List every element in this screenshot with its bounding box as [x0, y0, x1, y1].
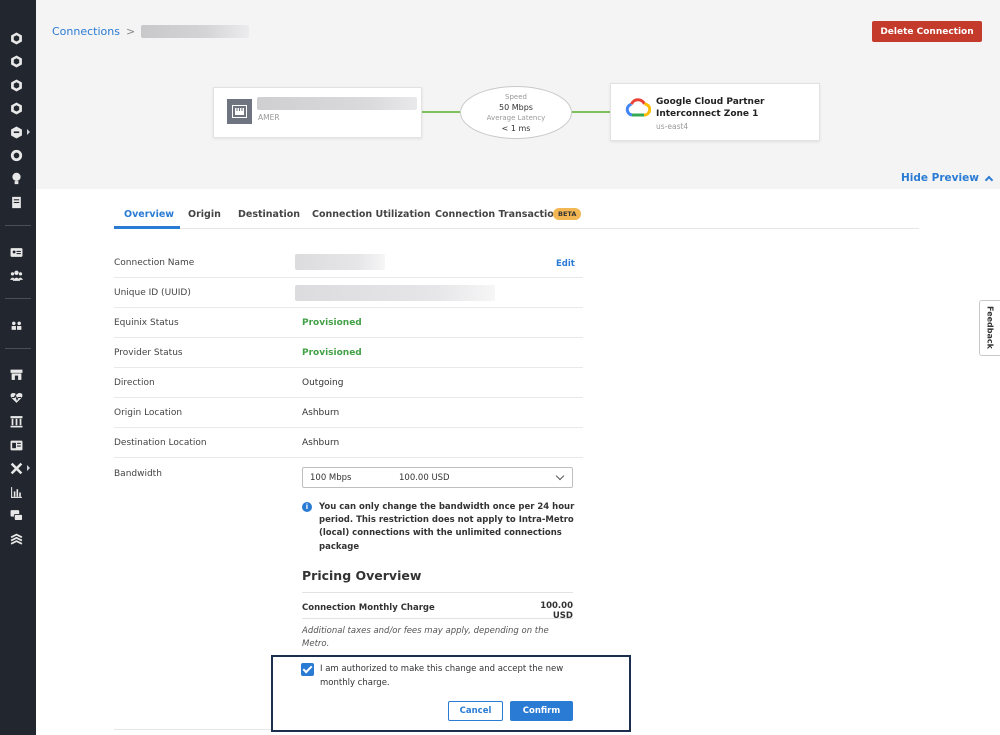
detail-row-provider-status: Provider Status Provisioned: [114, 338, 583, 368]
document-icon[interactable]: [9, 195, 24, 210]
detail-row-equinix-status: Equinix Status Provisioned: [114, 308, 583, 338]
provider-status-label: Provider Status: [114, 348, 183, 358]
provider-status-value: Provisioned: [302, 348, 362, 358]
detail-row-origin-location: Origin Location Ashburn: [114, 398, 583, 428]
id-card-icon[interactable]: [9, 245, 24, 260]
origin-location-label: Origin Location: [114, 408, 183, 418]
sidebar-divider: [5, 225, 31, 226]
speed-value: 50 Mbps: [499, 102, 533, 112]
beta-badge: BETA: [553, 208, 582, 220]
destination-location-label: Destination Location: [114, 438, 207, 448]
breadcrumb-connections-link[interactable]: Connections: [52, 25, 120, 38]
destination-name-line2: Interconnect Zone 1: [656, 109, 759, 119]
pricing-divider: [302, 592, 573, 593]
origin-card[interactable]: AMER: [213, 87, 422, 138]
cube-icon[interactable]: [9, 101, 24, 116]
chevron-up-icon: [984, 175, 994, 184]
delete-connection-button[interactable]: Delete Connection: [872, 21, 982, 42]
bandwidth-speed: 100 Mbps: [310, 473, 352, 483]
section-divider: [114, 729, 271, 730]
expand-caret-icon[interactable]: [27, 129, 30, 135]
sidebar: [0, 0, 36, 735]
cube-menu-icon[interactable]: [9, 125, 24, 140]
breadcrumb-separator: >: [125, 25, 136, 38]
connection-line-left: [422, 111, 460, 113]
destination-name-line1: Google Cloud Partner: [656, 97, 765, 107]
connection-name-redacted: [295, 254, 385, 270]
compass-icon[interactable]: [9, 148, 24, 163]
cube-icon[interactable]: [9, 31, 24, 46]
tab-destination[interactable]: Destination: [238, 209, 300, 220]
tools-icon[interactable]: [9, 461, 24, 476]
breadcrumb-current-redacted: [141, 25, 250, 38]
authorization-checkbox[interactable]: [301, 663, 314, 676]
connection-line-right: [572, 111, 610, 113]
sidebar-divider: [5, 298, 31, 299]
tab-origin[interactable]: Origin: [188, 209, 221, 220]
sidebar-divider: [5, 348, 31, 349]
cancel-button[interactable]: Cancel: [448, 701, 503, 721]
pricing-divider: [302, 618, 573, 619]
feedback-label: Feedback: [985, 306, 995, 349]
uuid-label: Unique ID (UUID): [114, 288, 191, 298]
hide-preview-toggle[interactable]: Hide Preview: [901, 172, 994, 184]
tab-overview[interactable]: Overview: [124, 209, 174, 220]
detail-row-destination-location: Destination Location Ashburn: [114, 428, 583, 458]
feedback-tab[interactable]: Feedback: [979, 300, 1000, 356]
lightbulb-icon[interactable]: [9, 171, 24, 186]
bandwidth-select[interactable]: 100 Mbps 100.00 USD: [302, 467, 573, 488]
monthly-charge-label: Connection Monthly Charge: [302, 603, 435, 613]
latency-label: Average Latency: [486, 114, 546, 122]
expand-caret-icon[interactable]: [27, 465, 30, 471]
storefront-icon[interactable]: [9, 367, 24, 382]
pricing-disclaimer: Additional taxes and/or fees may apply, …: [302, 626, 549, 649]
origin-location-value: Ashburn: [302, 408, 340, 418]
bar-chart-icon[interactable]: [9, 485, 24, 500]
team-icon[interactable]: [9, 318, 24, 333]
uuid-redacted: [295, 285, 495, 301]
list-card-icon[interactable]: [9, 438, 24, 453]
direction-value: Outgoing: [302, 378, 344, 388]
destination-name: Google Cloud Partner Interconnect Zone 1: [656, 96, 816, 120]
port-icon: [227, 99, 252, 124]
bandwidth-price: 100.00 USD: [399, 473, 450, 483]
confirm-button[interactable]: Confirm: [510, 701, 573, 721]
equinix-status-label: Equinix Status: [114, 318, 179, 328]
breadcrumb: Connections >: [52, 25, 250, 38]
tab-bar: Overview Origin Destination Connection U…: [114, 200, 919, 229]
destination-region: us-east4: [656, 122, 689, 131]
tab-connection-transactions[interactable]: Connection Transactions: [435, 209, 566, 220]
hide-preview-label: Hide Preview: [901, 172, 979, 184]
authorization-text: I am authorized to make this change and …: [320, 664, 564, 688]
building-icon[interactable]: [9, 414, 24, 429]
edit-connection-name-link[interactable]: Edit: [556, 259, 575, 269]
detail-row-uuid: Unique ID (UUID): [114, 278, 583, 308]
chevron-down-icon: [555, 471, 565, 481]
destination-card[interactable]: Google Cloud Partner Interconnect Zone 1…: [610, 83, 820, 141]
tab-connection-utilization[interactable]: Connection Utilization: [312, 209, 431, 220]
origin-name-redacted: [257, 97, 417, 110]
connection-name-label: Connection Name: [114, 258, 195, 268]
bandwidth-label: Bandwidth: [114, 469, 162, 479]
layers-icon[interactable]: [9, 532, 24, 547]
detail-row-connection-name: Connection Name Edit: [114, 248, 583, 278]
speed-label: Speed: [505, 93, 527, 101]
speed-latency-badge: Speed 50 Mbps Average Latency < 1 ms: [460, 86, 572, 139]
google-cloud-logo-icon: [625, 98, 651, 117]
detail-row-direction: Direction Outgoing: [114, 368, 583, 398]
direction-label: Direction: [114, 378, 155, 388]
active-tab-indicator: [114, 226, 180, 229]
info-icon: i: [302, 502, 312, 512]
origin-region: AMER: [258, 113, 280, 122]
destination-location-value: Ashburn: [302, 438, 340, 448]
heart-pulse-icon[interactable]: [9, 390, 24, 405]
equinix-status-value: Provisioned: [302, 318, 362, 328]
chat-icon[interactable]: [9, 508, 24, 523]
pricing-overview-title: Pricing Overview: [302, 568, 422, 583]
latency-value: < 1 ms: [501, 123, 531, 133]
cube-icon[interactable]: [9, 54, 24, 69]
users-icon[interactable]: [9, 268, 24, 283]
cube-icon[interactable]: [9, 78, 24, 93]
bandwidth-info-text: You can only change the bandwidth once p…: [319, 502, 575, 552]
